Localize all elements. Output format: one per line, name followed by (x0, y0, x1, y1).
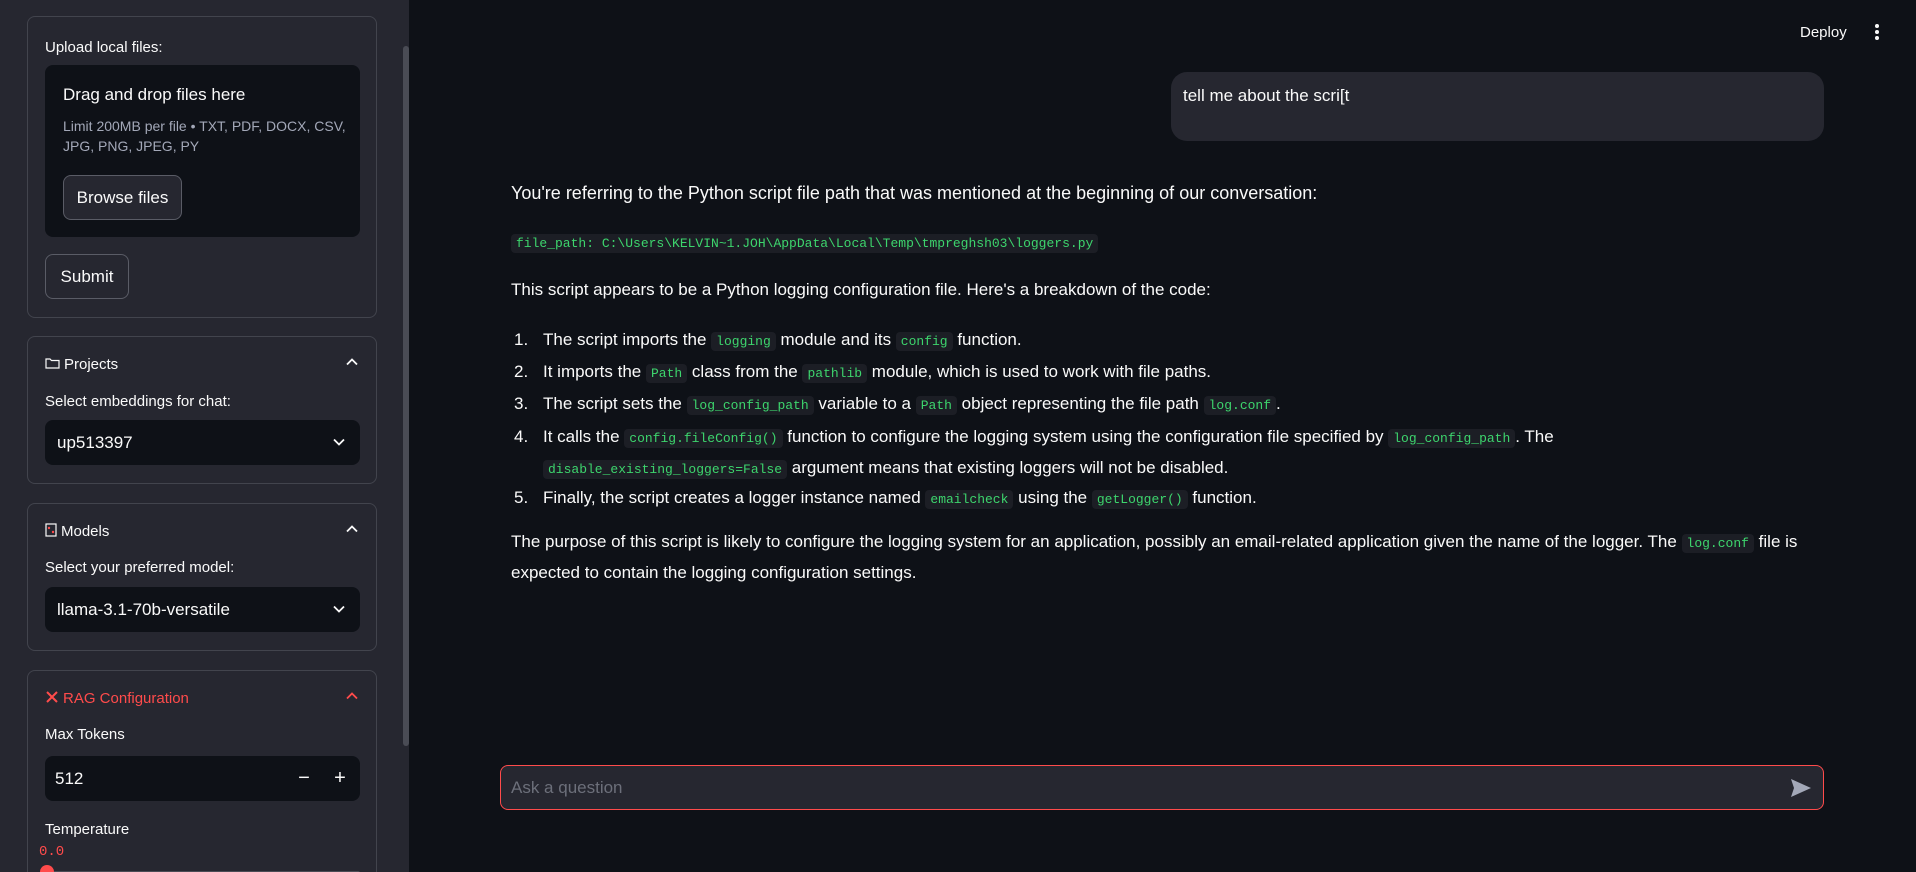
upload-card: Upload local files: Drag and drop files … (27, 16, 377, 318)
list-item: 1. The script imports the logging module… (514, 330, 1022, 351)
temperature-value: 0.0 (39, 844, 65, 860)
chat-input[interactable] (511, 766, 1761, 809)
user-message-bubble: tell me about the scri[t (1171, 72, 1824, 141)
projects-expander-header[interactable]: Projects (45, 353, 359, 375)
projects-expander: Projects Select embeddings for chat: up5… (27, 336, 377, 484)
model-selected-value: llama-3.1-70b-versatile (57, 599, 230, 619)
embeddings-selected-value: up513397 (57, 432, 133, 452)
max-tokens-label: Max Tokens (45, 726, 125, 743)
models-expander: Models Select your preferred model: llam… (27, 503, 377, 651)
embeddings-select[interactable]: up513397 (45, 420, 360, 465)
list-item: 2. It imports the Path class from the pa… (514, 362, 1212, 383)
send-icon[interactable] (1789, 777, 1813, 799)
kebab-menu-icon[interactable] (1869, 22, 1885, 42)
browse-files-button[interactable]: Browse files (63, 175, 182, 220)
model-select[interactable]: llama-3.1-70b-versatile (45, 587, 360, 632)
increment-button[interactable]: + (322, 756, 358, 801)
temperature-label: Temperature (45, 821, 130, 838)
file-dropzone[interactable]: Drag and drop files here Limit 200MB per… (45, 65, 360, 237)
chevron-up-icon (346, 692, 358, 700)
decrement-button[interactable]: − (286, 756, 322, 801)
chevron-up-icon (346, 525, 358, 533)
chat-input-container (500, 765, 1824, 810)
temperature-slider-thumb[interactable] (40, 865, 54, 872)
projects-title: Projects (64, 355, 119, 373)
dropzone-limits: Limit 200MB per file • TXT, PDF, DOCX, C… (63, 118, 346, 154)
sidebar: Upload local files: Drag and drop files … (0, 0, 409, 872)
max-tokens-value: 512 (55, 768, 84, 788)
sidebar-scrollbar[interactable] (403, 46, 409, 746)
answer-intro: You're referring to the Python script fi… (511, 183, 1318, 203)
tools-icon (45, 690, 59, 707)
model-label: Select your preferred model: (45, 559, 235, 576)
rag-title: RAG Configuration (63, 689, 189, 707)
submit-button[interactable]: Submit (45, 254, 129, 299)
embeddings-label: Select embeddings for chat: (45, 393, 231, 410)
folder-icon (45, 356, 60, 372)
user-message-text: tell me about the scri[t (1183, 86, 1350, 105)
deploy-button[interactable]: Deploy (1800, 24, 1847, 41)
breakdown-list: 1. The script imports the logging module… (511, 325, 1801, 515)
chevron-down-icon (333, 605, 345, 613)
abacus-icon (45, 522, 57, 540)
chevron-down-icon (333, 438, 345, 446)
rag-expander: RAG Configuration Max Tokens 512 − + Tem… (27, 670, 377, 872)
rag-expander-header[interactable]: RAG Configuration (45, 687, 359, 709)
max-tokens-input[interactable]: 512 − + (45, 756, 360, 801)
file-path-code: file_path: C:\Users\KELVIN~1.JOH\AppData… (511, 234, 1099, 253)
answer-purpose: The purpose of this script is likely to … (511, 532, 1798, 582)
list-item: 5. Finally, the script creates a logger … (514, 488, 1257, 509)
dropzone-title: Drag and drop files here (63, 85, 246, 104)
chevron-up-icon (346, 358, 358, 366)
models-expander-header[interactable]: Models (45, 520, 359, 542)
list-item: 4. It calls the config.fileConfig() func… (514, 427, 1554, 479)
models-title: Models (61, 522, 110, 540)
upload-label: Upload local files: (45, 39, 163, 56)
answer-breakdown-intro: This script appears to be a Python loggi… (511, 280, 1211, 299)
list-item: 3. The script sets the log_config_path v… (514, 394, 1281, 415)
